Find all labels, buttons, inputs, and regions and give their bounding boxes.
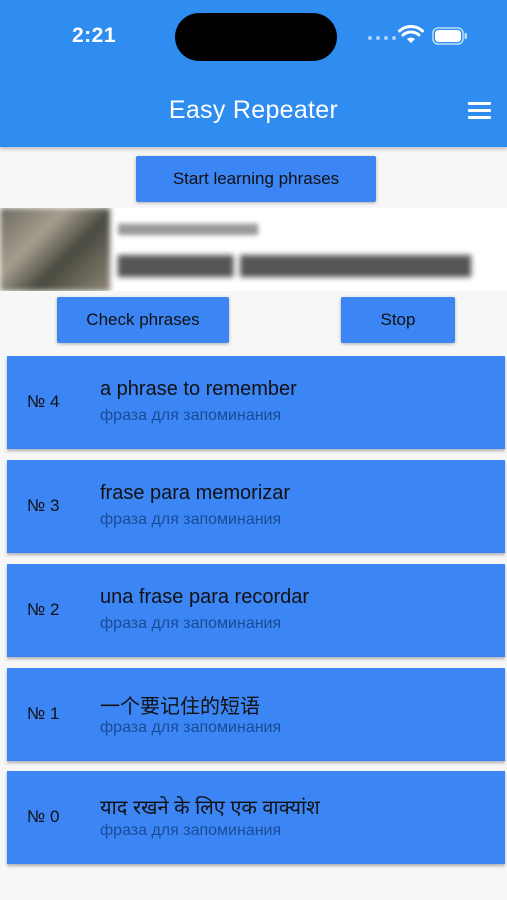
- phrase-number: № 4: [27, 392, 60, 411]
- signal-icon: [368, 36, 396, 40]
- phrase-number: № 2: [27, 600, 60, 619]
- phrase-text: frase para memorizar: [100, 482, 291, 504]
- phrase-text: याद रखने के लिए एक वाक्यांश: [100, 797, 320, 819]
- phrase-card[interactable]: № 0 याद रखने के लिए एक वाक्यांश фраза дл…: [7, 771, 505, 864]
- phrase-text: a phrase to remember: [100, 378, 297, 400]
- ad-image: [0, 208, 110, 291]
- phrase-number: № 0: [27, 807, 60, 826]
- dynamic-island: [175, 13, 337, 61]
- phrase-card[interactable]: № 3 frase para memorizar фраза для запом…: [7, 460, 505, 553]
- ad-headline: ▆▆▆▆▆▆ ▆▆▆▆▆▆▆▆▆▆▆▆: [118, 249, 472, 277]
- ad-banner[interactable]: ▆▆▆▆▆▆▆▆▆▆▆▆▆▆ ▆▆▆▆▆▆ ▆▆▆▆▆▆▆▆▆▆▆▆: [0, 208, 507, 291]
- phrase-card[interactable]: № 2 una frase para recordar фраза для за…: [7, 564, 505, 657]
- status-time: 2:21: [72, 24, 117, 47]
- phrase-translation: фраза для запоминания: [100, 615, 282, 632]
- app-bar: 2:21 Easy Repeater: [0, 0, 507, 147]
- wifi-icon: [398, 25, 424, 43]
- stop-button[interactable]: Stop: [341, 297, 455, 343]
- phrase-text: una frase para recordar: [100, 586, 310, 608]
- phrase-number: № 3: [27, 496, 60, 515]
- phrase-number: № 1: [27, 704, 60, 723]
- phrase-card[interactable]: № 4 a phrase to remember фраза для запом…: [7, 356, 505, 449]
- phrase-card[interactable]: № 1 一个要记住的短语 фраза для запоминания: [7, 668, 505, 761]
- phrase-text: 一个要记住的短语: [100, 696, 260, 718]
- phrase-translation: фраза для запоминания: [100, 407, 282, 424]
- ad-caption: ▆▆▆▆▆▆▆▆▆▆▆▆▆▆: [118, 220, 258, 235]
- hamburger-menu-icon[interactable]: [468, 102, 492, 120]
- phrase-translation: фраза для запоминания: [100, 511, 282, 528]
- app-title: Easy Repeater: [168, 96, 339, 124]
- check-phrases-button[interactable]: Check phrases: [57, 297, 229, 343]
- phrase-translation: фраза для запоминания: [100, 822, 282, 839]
- start-learning-button[interactable]: Start learning phrases: [136, 156, 376, 202]
- phrase-translation: фраза для запоминания: [100, 719, 282, 736]
- battery-icon: [432, 27, 467, 45]
